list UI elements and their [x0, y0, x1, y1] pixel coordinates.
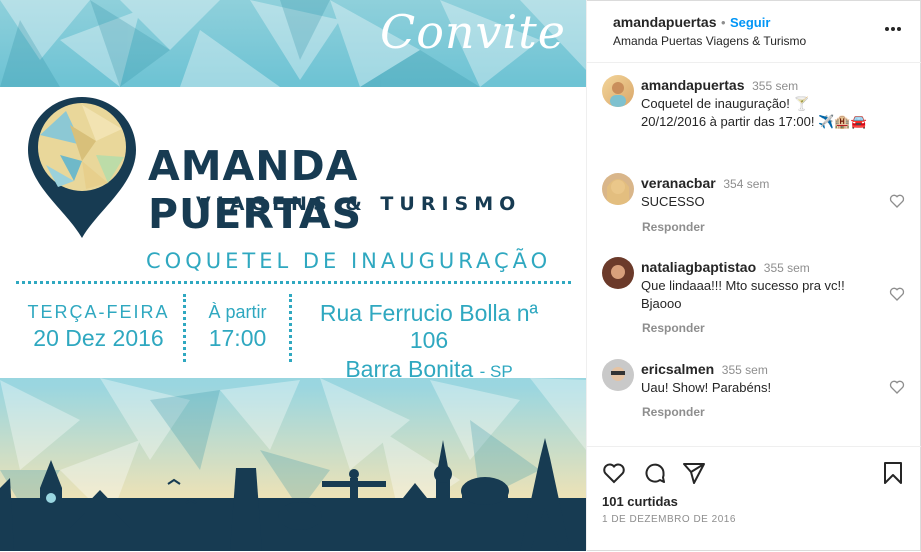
caption-line-2: 20/12/2016 à partir das 17:00! ✈️🏨🚘: [641, 114, 867, 129]
comment: ericsalmen 355 sem Uau! Show! Parabéns!: [641, 360, 771, 397]
post-image[interactable]: Convite AMANDA PUERTAS VIAGENS & TURISMO…: [0, 0, 586, 551]
avatar[interactable]: [602, 359, 634, 391]
post-header: amandapuertas • Seguir Amanda Puertas Vi…: [586, 0, 921, 63]
comment-username[interactable]: veranacbar: [641, 175, 716, 191]
likes-count[interactable]: 101 curtidas: [602, 494, 678, 509]
heart-icon[interactable]: [889, 379, 905, 395]
like-heart-icon[interactable]: [602, 461, 626, 485]
day-label: TERÇA-FEIRA: [27, 302, 170, 322]
dotted-divider: [16, 281, 571, 284]
avatar[interactable]: [602, 75, 634, 107]
comment: veranacbar 354 sem SUCESSO: [641, 174, 769, 211]
convite-script: Convite: [380, 5, 566, 59]
reply-button[interactable]: Responder: [642, 321, 705, 335]
save-bookmark-icon[interactable]: [883, 461, 903, 485]
address-block: Rua Ferrucio Bolla nª 106 Barra Bonita -…: [298, 300, 560, 383]
comment-bubble-icon[interactable]: [643, 461, 667, 485]
header-subtitle[interactable]: Amanda Puertas Viagens & Turismo: [613, 34, 806, 48]
more-horizontal-icon[interactable]: [884, 26, 902, 32]
reply-button[interactable]: Responder: [642, 220, 705, 234]
avatar[interactable]: [602, 257, 634, 289]
event-title: COQUETEL DE INAUGURAÇÃO: [146, 249, 552, 273]
comment-time[interactable]: 355 sem: [764, 261, 810, 275]
comment-text: SUCESSO: [641, 194, 705, 209]
landmarks-skyline: [0, 438, 586, 551]
time-label: À partir: [208, 302, 267, 322]
brand-name: AMANDA PUERTAS: [148, 142, 363, 238]
date-value: 20 Dez 2016: [33, 325, 164, 351]
share-send-icon[interactable]: [682, 461, 706, 485]
post-date[interactable]: 1 DE DEZEMBRO DE 2016: [602, 514, 736, 525]
comment: nataliagbaptistao 355 sem Que lindaaa!!!…: [641, 258, 871, 313]
map-pin-logo: [28, 97, 136, 238]
dotted-separator: [183, 294, 186, 362]
caption: amandapuertas 355 sem Coquetel de inaugu…: [641, 76, 867, 131]
brand-subtitle: VIAGENS & TURISMO: [196, 193, 522, 215]
comment-time[interactable]: 355 sem: [722, 363, 768, 377]
comment-username[interactable]: ericsalmen: [641, 361, 714, 377]
comment-text: Uau! Show! Parabéns!: [641, 380, 772, 395]
header-username[interactable]: amandapuertas: [613, 14, 716, 30]
reply-button[interactable]: Responder: [642, 405, 705, 419]
caption-time[interactable]: 355 sem: [752, 79, 798, 93]
dot-separator: •: [720, 15, 726, 30]
caption-username[interactable]: amandapuertas: [641, 77, 744, 93]
heart-icon[interactable]: [889, 193, 905, 209]
time-block: À partir 17:00: [190, 302, 285, 352]
comment-username[interactable]: nataliagbaptistao: [641, 259, 756, 275]
dotted-separator: [289, 294, 292, 362]
time-value: 17:00: [208, 325, 267, 351]
comment-text: Que lindaaa!!! Mto sucesso pra vc!! Bjao…: [641, 278, 845, 311]
comment-time[interactable]: 354 sem: [723, 177, 769, 191]
follow-button[interactable]: Seguir: [730, 15, 770, 30]
date-block: TERÇA-FEIRA 20 Dez 2016: [16, 302, 181, 352]
address-line: Rua Ferrucio Bolla nª 106: [319, 300, 539, 353]
heart-icon[interactable]: [889, 286, 905, 302]
caption-line-1: Coquetel de inauguração! 🍸: [641, 96, 810, 111]
avatar[interactable]: [602, 173, 634, 205]
